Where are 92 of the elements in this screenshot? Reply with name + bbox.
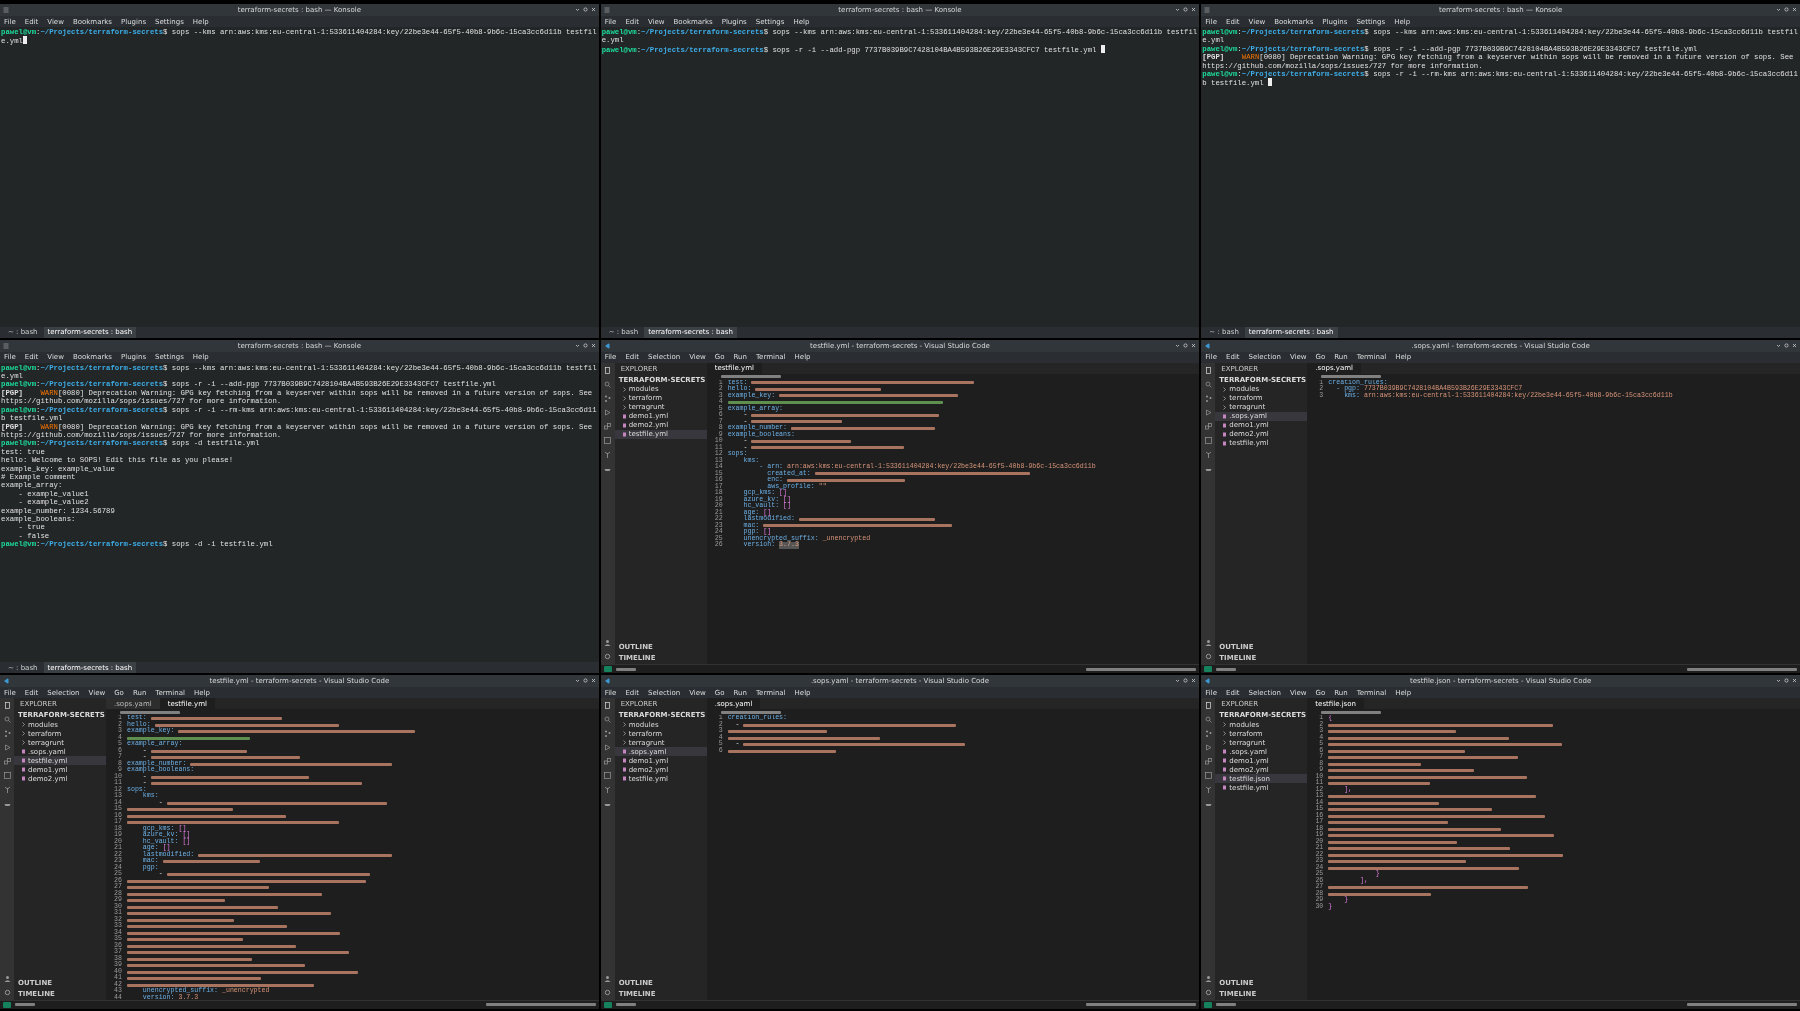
monitor-icon[interactable] — [1204, 436, 1212, 444]
search-icon[interactable] — [604, 716, 612, 724]
account-icon[interactable] — [3, 975, 11, 982]
account-icon[interactable] — [1204, 639, 1212, 647]
maximize-icon[interactable] — [1784, 7, 1789, 12]
files-icon[interactable] — [604, 366, 612, 374]
tree-icon[interactable] — [1204, 450, 1212, 458]
settings-icon[interactable] — [3, 989, 11, 996]
status-text-drawing — [1216, 1003, 1237, 1007]
extensions-icon[interactable] — [1204, 422, 1212, 430]
status-text-drawing — [615, 667, 636, 671]
minimize-icon[interactable] — [574, 678, 580, 684]
close-icon[interactable] — [1792, 7, 1797, 12]
maximize-icon[interactable] — [582, 7, 588, 12]
monitor-icon[interactable] — [1204, 772, 1212, 780]
maximize-icon[interactable] — [582, 342, 588, 348]
account-icon[interactable] — [1204, 975, 1212, 982]
branch-icon[interactable] — [604, 730, 612, 738]
settings-icon[interactable] — [604, 653, 612, 661]
play-icon[interactable] — [604, 744, 612, 752]
close-icon[interactable] — [590, 678, 596, 684]
minimize-icon[interactable] — [1776, 7, 1781, 12]
minimize-icon[interactable] — [1776, 342, 1781, 348]
maximize-icon[interactable] — [582, 678, 588, 684]
tree-icon[interactable] — [3, 786, 11, 794]
close-icon[interactable] — [1792, 342, 1797, 348]
extensions-icon[interactable] — [604, 422, 612, 430]
remote-indicator-drawing — [603, 666, 612, 673]
app-logo-icon — [603, 678, 610, 685]
play-icon[interactable] — [1204, 408, 1212, 416]
maximize-icon[interactable] — [1784, 342, 1789, 348]
status-text-drawing — [615, 1003, 636, 1007]
minimize-icon[interactable] — [574, 7, 580, 12]
monitor-icon[interactable] — [604, 772, 612, 780]
settings-icon[interactable] — [604, 989, 612, 996]
branch-icon[interactable] — [604, 394, 612, 402]
branch-icon[interactable] — [1204, 394, 1212, 402]
monitor-icon[interactable] — [3, 772, 11, 780]
settings-icon[interactable] — [1204, 653, 1212, 661]
files-icon[interactable] — [1204, 366, 1212, 374]
app-logo-icon — [1204, 678, 1211, 685]
remote-indicator-drawing — [1204, 1002, 1213, 1008]
extensions-icon[interactable] — [3, 758, 11, 766]
play-icon[interactable] — [3, 744, 11, 752]
tree-icon[interactable] — [604, 786, 612, 794]
breadcrumb-drawing — [1321, 710, 1382, 714]
settings-icon[interactable] — [1204, 989, 1212, 996]
close-icon[interactable] — [1191, 678, 1197, 684]
remote-indicator-drawing — [3, 1002, 11, 1008]
maximize-icon[interactable] — [1183, 7, 1189, 12]
close-icon[interactable] — [590, 7, 596, 12]
minimize-icon[interactable] — [1175, 678, 1181, 684]
status-text-drawing — [1216, 667, 1237, 671]
app-logo-icon — [1204, 342, 1211, 349]
close-icon[interactable] — [1792, 678, 1797, 684]
extensions-icon[interactable] — [1204, 758, 1212, 766]
remote-indicator-drawing — [1204, 666, 1213, 673]
tree-icon[interactable] — [604, 450, 612, 458]
breadcrumb-drawing — [720, 375, 781, 379]
breadcrumb-drawing — [120, 710, 180, 714]
account-icon[interactable] — [604, 639, 612, 647]
branch-icon[interactable] — [3, 730, 11, 738]
tree-icon[interactable] — [1204, 786, 1212, 794]
branch-icon[interactable] — [1204, 730, 1212, 738]
status-text-drawing — [15, 1003, 35, 1007]
maximize-icon[interactable] — [1183, 678, 1189, 684]
close-icon[interactable] — [1191, 7, 1197, 12]
close-icon[interactable] — [590, 342, 596, 348]
app-logo-icon — [603, 342, 610, 349]
search-icon[interactable] — [1204, 380, 1212, 388]
search-icon[interactable] — [604, 380, 612, 388]
extensions-icon[interactable] — [604, 758, 612, 766]
search-icon[interactable] — [1204, 716, 1212, 724]
account-icon[interactable] — [604, 975, 612, 982]
play-icon[interactable] — [1204, 744, 1212, 752]
minimize-icon[interactable] — [574, 342, 580, 348]
files-icon[interactable] — [3, 702, 11, 710]
play-icon[interactable] — [604, 408, 612, 416]
maximize-icon[interactable] — [1183, 342, 1189, 348]
close-icon[interactable] — [1191, 342, 1197, 348]
breadcrumb-drawing — [720, 710, 781, 714]
search-icon[interactable] — [3, 716, 11, 724]
maximize-icon[interactable] — [1784, 678, 1789, 684]
files-icon[interactable] — [1204, 702, 1212, 710]
files-icon[interactable] — [604, 702, 612, 710]
app-logo-icon — [3, 678, 9, 685]
minimize-icon[interactable] — [1776, 678, 1781, 684]
breadcrumb-drawing — [1321, 375, 1382, 379]
minimize-icon[interactable] — [1175, 342, 1181, 348]
monitor-icon[interactable] — [604, 436, 612, 444]
minimize-icon[interactable] — [1175, 7, 1181, 12]
remote-indicator-drawing — [603, 1002, 612, 1008]
